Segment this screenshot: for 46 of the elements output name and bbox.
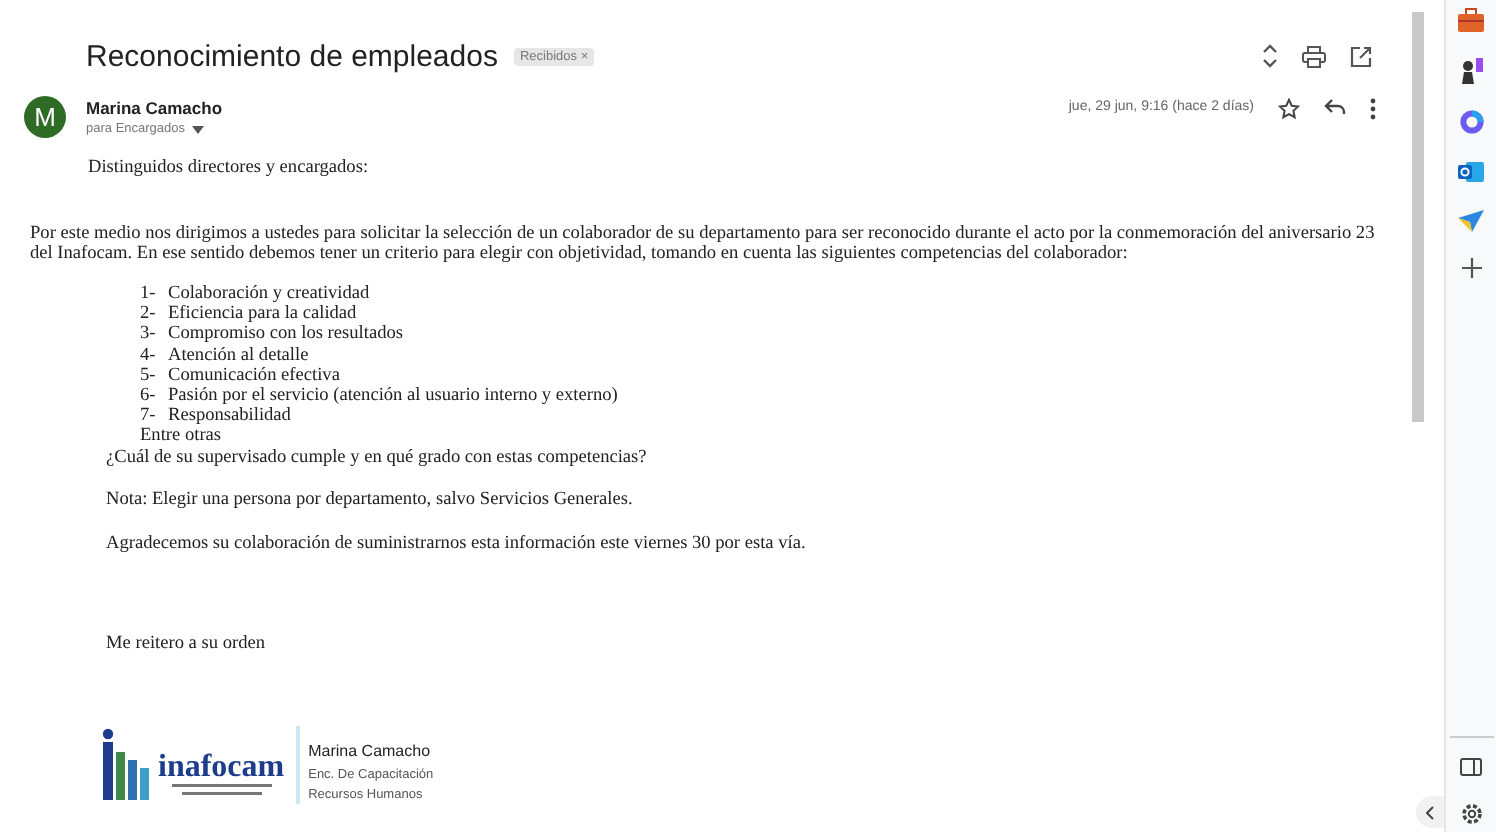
question-text: ¿Cuál de su supervisado cumple y en qué grado con estas competencias? xyxy=(104,447,649,469)
star-icon[interactable] xyxy=(1278,98,1300,120)
toolbox-icon[interactable] xyxy=(1458,8,1484,32)
avatar: M xyxy=(24,96,66,138)
competency-item: Eficiencia para la calidad xyxy=(168,304,357,325)
settings-icon[interactable] xyxy=(1459,802,1483,826)
list-number: 2- xyxy=(140,304,158,325)
expand-collapse-icon[interactable] xyxy=(1262,44,1278,68)
closing-text: Me reitero a su orden xyxy=(104,633,268,655)
greeting-text: Distinguidos directores y encargados: xyxy=(86,158,371,180)
list-number: 4- xyxy=(140,345,158,366)
side-panel-icon[interactable] xyxy=(1460,758,1482,776)
list-number: 7- xyxy=(140,406,158,427)
print-icon[interactable] xyxy=(1302,45,1326,67)
list-number: 3- xyxy=(140,324,158,346)
reply-icon[interactable] xyxy=(1324,98,1346,116)
competency-item: Pasión por el servicio (atención al usuario interno y externo) xyxy=(168,386,618,407)
books-logo-icon xyxy=(102,727,150,800)
list-end-text: Entre otras xyxy=(140,426,224,448)
sender-name: Marina Camacho xyxy=(86,98,223,118)
email-subject: Reconocimiento de empleados xyxy=(86,39,498,73)
list-number: 6- xyxy=(140,386,158,407)
new-window-icon[interactable] xyxy=(1350,45,1372,67)
thanks-text: Agradecemos su colaboración de suministrarnos esta información este viernes 30 por esta vía. xyxy=(104,534,808,556)
chess-piece-icon[interactable] xyxy=(1458,58,1484,84)
list-number: 5- xyxy=(140,365,158,387)
list-number: 1- xyxy=(140,284,158,305)
competency-item: Comunicación efectiva xyxy=(168,365,340,387)
add-icon[interactable] xyxy=(1461,258,1481,278)
competency-item: Atención al detalle xyxy=(168,345,309,366)
logo-wordmark: inafocam xyxy=(158,751,285,784)
ring-icon[interactable] xyxy=(1459,110,1483,134)
competency-item: Responsabilidad xyxy=(168,406,291,427)
collapse-button[interactable] xyxy=(1416,796,1444,828)
note-text: Nota: Elegir una persona por departamento, salvo Servicios Generales. xyxy=(104,490,635,513)
intro-paragraph: Por este medio nos dirigimos a ustedes para solicitar la selección de un colaborador de su departamento para ser reconocido durante el acto por la conmemoración del aniversario 23 del Inafocam. En ese sentido debemos tener un criterio para elegir con objetividad, tomando en cuenta las siguientes competencias del colaborador: xyxy=(30,223,1377,267)
signature-name: Marina Camacho xyxy=(308,742,433,762)
competency-item: Compromiso con los resultados xyxy=(168,324,403,346)
chevron-left-icon xyxy=(1426,805,1434,819)
logo-tagline-drawing xyxy=(171,783,272,796)
paper-plane-icon[interactable] xyxy=(1458,210,1484,232)
more-icon[interactable] xyxy=(1370,98,1376,120)
caret-icon xyxy=(191,125,204,133)
scrollbar-thumb[interactable] xyxy=(1412,12,1424,422)
competency-item: Colaboración y creatividad xyxy=(168,284,370,305)
mail-app-icon[interactable] xyxy=(1458,160,1484,184)
